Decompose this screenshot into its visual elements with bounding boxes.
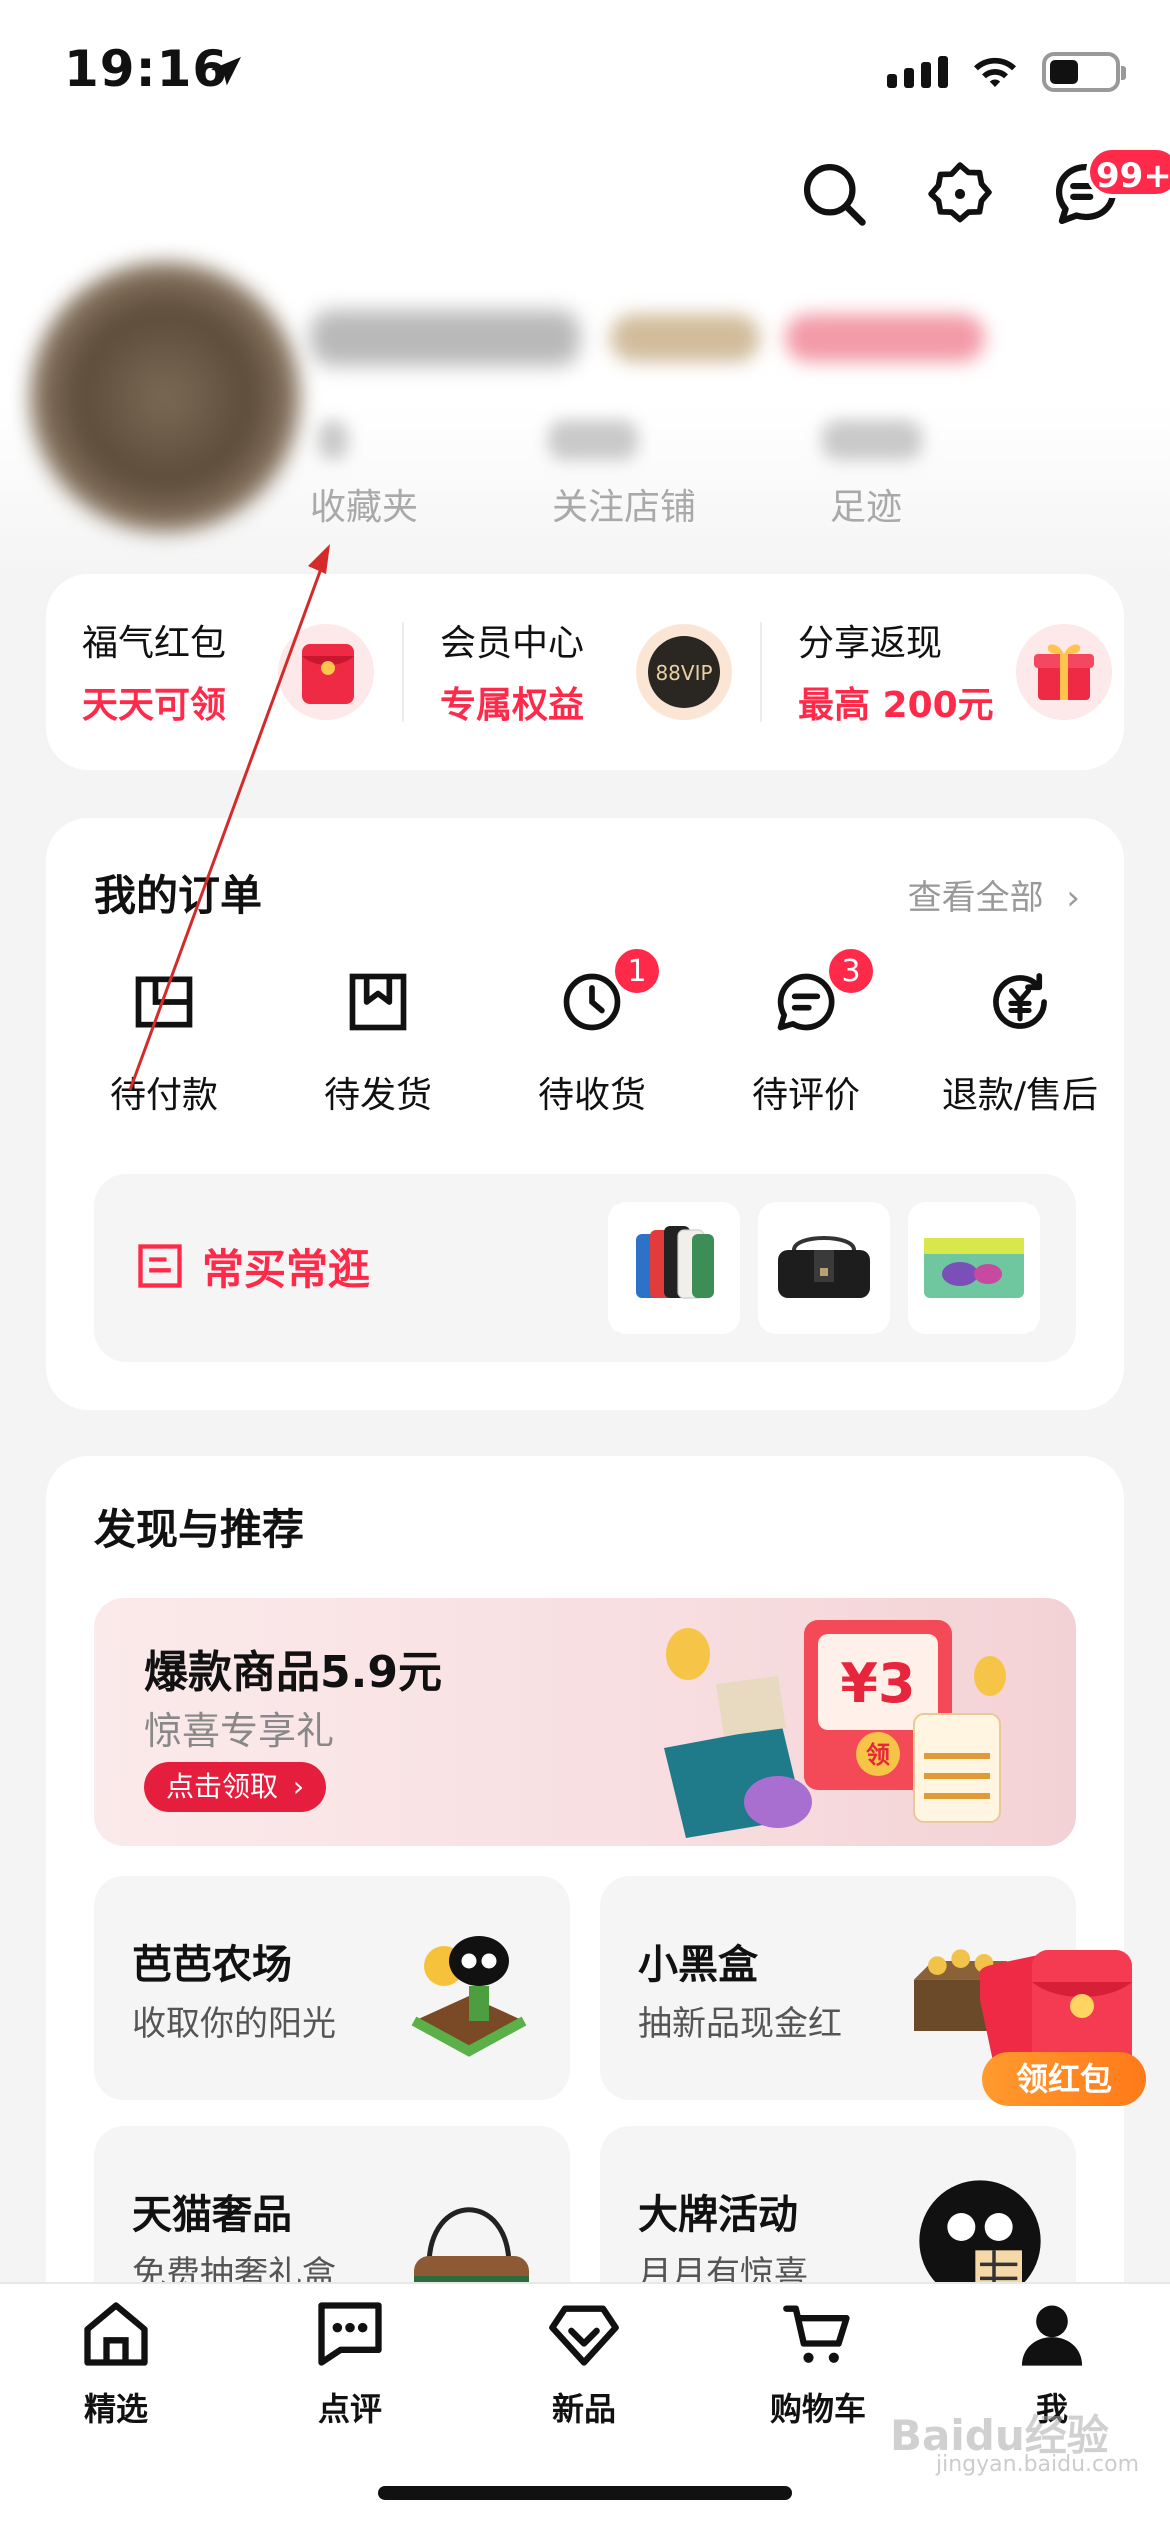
footprint-count-blurred [822,420,922,460]
promo-card: 福气红包 天天可领 会员中心 专属权益 88VIP 分享返现 最高 200元 [46,574,1124,770]
chevron-right-icon: › [292,1770,305,1803]
order-label: 待收货 [537,1075,646,1116]
tile-title: 天猫奢品 [132,2192,292,2238]
level-tag-blurred [785,314,985,362]
svg-text:¥3: ¥3 [840,1652,915,1715]
comment-icon [318,2302,382,2366]
favorites-count-blurred [318,420,348,460]
frequent-shopping-box[interactable]: 常买常逛 [94,1174,1076,1362]
settings-gear-icon[interactable] [926,160,994,228]
order-label: 待付款 [109,1075,218,1116]
promo-title: 会员中心 [440,623,585,664]
username-blurred [310,310,580,366]
promo-title: 福气红包 [82,623,227,664]
promo-subtitle: 天天可领 [82,685,227,726]
status-icons [887,52,1126,92]
followed-shops-count-blurred [548,420,638,460]
avatar[interactable] [30,262,300,532]
wallet-icon [135,976,193,1028]
tab-new[interactable]: 新品 [504,2296,664,2436]
home-indicator [378,2486,792,2500]
banner-subtitle: 惊喜专享礼 [144,1709,335,1753]
battery-icon [1042,52,1126,92]
order-pending-review[interactable]: 3 待评价 [706,946,906,1128]
product-thumb-phone[interactable] [608,1202,740,1334]
stat-followed-shops[interactable]: 关注店铺 [552,478,696,530]
order-pending-receipt[interactable]: 1 待收货 [492,946,692,1128]
diamond-icon [549,2305,619,2366]
stat-favorites[interactable]: 收藏夹 [310,478,418,530]
tab-review[interactable]: 点评 [270,2296,430,2436]
promo-member-center[interactable]: 会员中心 专属权益 88VIP [404,574,763,770]
message-badge: 99+ [1086,146,1170,198]
promo-title: 分享返现 [798,623,943,664]
status-time: 19:16 [64,40,229,98]
banner-title: 爆款商品5.9元 [144,1647,442,1698]
promo-subtitle: 专属权益 [440,685,585,726]
cellular-signal-icon [887,56,948,88]
tile-baba-farm[interactable]: 芭芭农场 收取你的阳光 [94,1876,570,2100]
order-label: 待评价 [751,1075,860,1116]
orders-title: 我的订单 [94,871,263,920]
frequent-label: 常买常逛 [202,1245,371,1294]
tile-title: 小黑盒 [638,1942,758,1988]
wifi-icon [974,57,1016,87]
snack-box-product-image [924,1238,1024,1298]
claim-button-label: 点击领取 [166,1770,279,1803]
refund-yuan-icon [993,973,1047,1029]
tab-label: 购物车 [769,2390,866,2428]
gift-illustration: ¥3 领 [664,1620,1006,1838]
order-badge: 1 [612,946,662,996]
package-icon [349,973,407,1031]
order-pending-shipment[interactable]: 待发货 [278,968,478,1128]
discover-title: 发现与推荐 [94,1505,305,1554]
svg-text:领: 领 [866,1741,890,1769]
chevron-right-icon: › [1066,878,1080,918]
tile-title: 大牌活动 [638,2192,798,2238]
claim-button[interactable]: 点击领取 › [144,1762,327,1812]
order-pending-payment[interactable]: 待付款 [64,968,264,1128]
floating-red-packet-label[interactable]: 领红包 [982,2052,1146,2106]
search-icon[interactable] [800,160,868,228]
battery-level [1050,60,1078,84]
order-badge: 3 [826,946,876,996]
red-envelope-icon [278,624,374,720]
tile-subtitle: 抽新品现金红 [638,2004,842,2044]
tab-cart[interactable]: 购物车 [738,2296,898,2436]
cart-icon [783,2305,850,2363]
phone-product-image [636,1226,714,1299]
gift-box-icon [1016,624,1112,720]
list-icon [138,1244,182,1288]
view-all-label: 查看全部 [907,878,1044,918]
promo-subtitle: 最高 200元 [798,685,994,726]
product-thumb-bag[interactable] [758,1202,890,1334]
member-tag-blurred [610,314,760,362]
home-icon [84,2302,148,2366]
deal-banner[interactable]: 爆款商品5.9元 惊喜专享礼 点击领取 › ¥3 领 [94,1598,1076,1846]
orders-card: 我的订单 查看全部 › 待付款 待发货 1 待收货 3 待评价 退款/售后 常买… [46,818,1124,1410]
tab-label: 点评 [317,2390,382,2428]
tile-title: 芭芭农场 [132,1942,292,1988]
promo-red-packet[interactable]: 福气红包 天天可领 [46,574,405,770]
location-arrow-icon [211,57,241,86]
vip-badge-icon: 88VIP [636,624,732,720]
order-refund-aftersales[interactable]: 退款/售后 [920,968,1120,1128]
user-icon [1021,2305,1083,2366]
svg-text:88VIP: 88VIP [655,661,712,685]
promo-share-cashback[interactable]: 分享返现 最高 200元 [762,574,1121,770]
stat-footprint[interactable]: 足迹 [830,478,902,530]
bag-product-image [778,1236,870,1298]
view-all-orders-link[interactable]: 查看全部 › [908,870,1080,919]
product-thumb-snack[interactable] [908,1202,1040,1334]
tile-subtitle: 收取你的阳光 [132,2004,336,2044]
order-label: 退款/售后 [941,1075,1099,1116]
tab-label: 精选 [83,2390,148,2428]
tab-featured[interactable]: 精选 [36,2296,196,2436]
farm-cat-illustration [411,1936,527,2057]
baidu-watermark-url: jingyan.baidu.com [936,2452,1140,2477]
order-label: 待发货 [323,1075,432,1116]
tab-label: 新品 [551,2390,616,2428]
